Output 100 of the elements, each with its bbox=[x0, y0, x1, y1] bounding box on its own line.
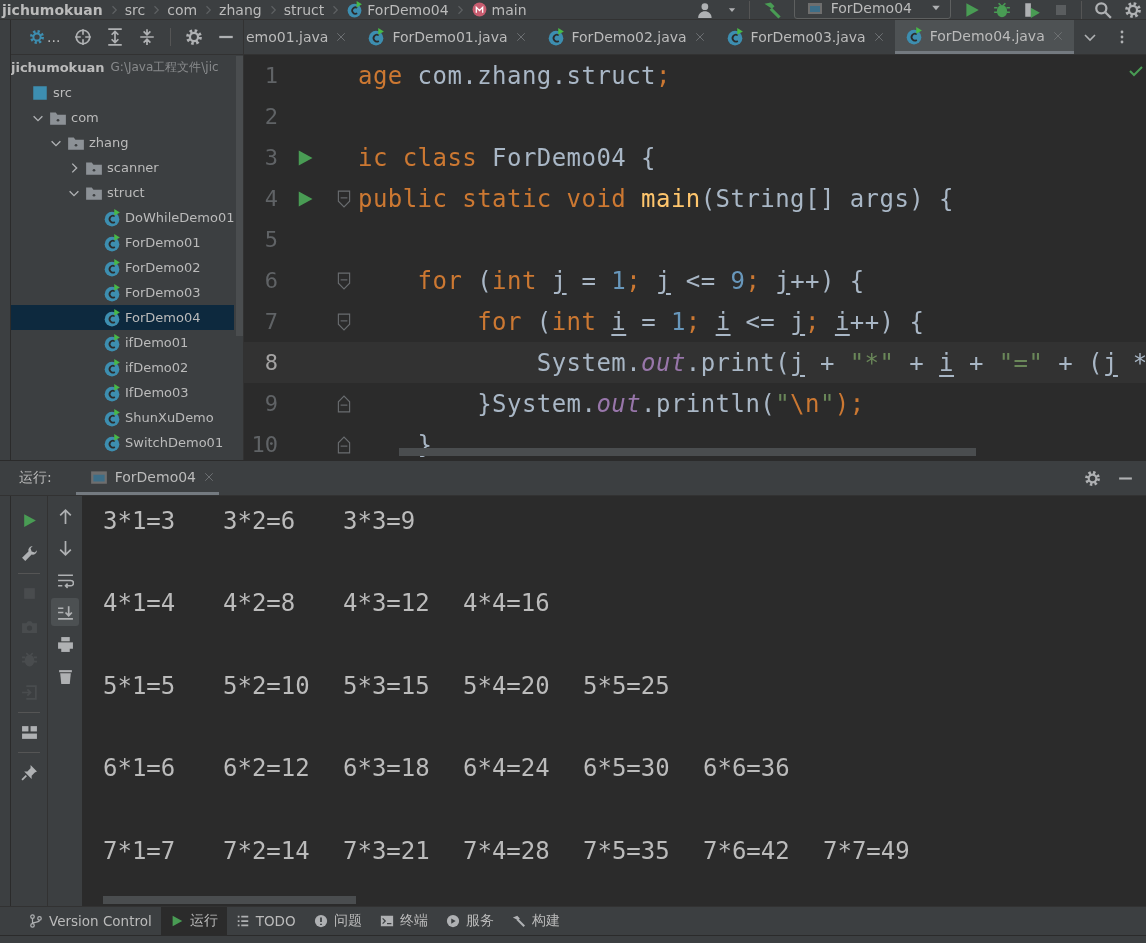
fold-marker-icon[interactable] bbox=[335, 271, 353, 290]
output-text: 7*4=28 bbox=[463, 836, 551, 865]
tree-item[interactable]: struct bbox=[11, 180, 234, 206]
output-text: 7*5=35 bbox=[583, 836, 671, 865]
scrollbar[interactable] bbox=[103, 896, 356, 905]
tree-item[interactable]: scanner bbox=[11, 155, 234, 181]
print-icon[interactable] bbox=[56, 635, 74, 653]
crosshair-icon[interactable] bbox=[74, 28, 93, 47]
trash-icon[interactable] bbox=[56, 667, 74, 685]
output-text: 4*1=4 bbox=[103, 589, 177, 618]
breadcrumb-item[interactable]: com bbox=[167, 1, 198, 18]
output-text: 7*7=49 bbox=[823, 836, 911, 865]
line-number: 4 bbox=[263, 186, 278, 212]
line-number: 6 bbox=[263, 268, 278, 294]
tool-window-tab[interactable]: 终端 bbox=[370, 907, 437, 936]
output-text: 4*3=12 bbox=[343, 589, 431, 618]
warning-icon bbox=[313, 914, 328, 929]
tool-window-tab[interactable]: 运行 bbox=[160, 907, 227, 936]
settings-icon[interactable] bbox=[185, 28, 204, 47]
class-icon bbox=[103, 383, 121, 402]
line-number: 5 bbox=[263, 227, 278, 253]
scroll-to-end-icon[interactable] bbox=[56, 603, 74, 621]
breadcrumb-item[interactable]: ForDemo04 bbox=[367, 1, 449, 18]
breadcrumb-item[interactable]: jichumokuan bbox=[2, 1, 103, 18]
output-text: 5*1=5 bbox=[103, 671, 177, 700]
output-text: 5*3=15 bbox=[343, 671, 431, 700]
toggle-button[interactable] bbox=[51, 598, 79, 627]
breadcrumb-item[interactable]: struct bbox=[283, 1, 325, 18]
expand-icon[interactable] bbox=[106, 28, 125, 47]
tool-window-tab[interactable]: 构建 bbox=[502, 907, 569, 936]
editor-tab[interactable]: ForDemo02.java bbox=[536, 20, 716, 55]
window-icon bbox=[806, 0, 823, 16]
output-text: 6*6=36 bbox=[703, 754, 791, 783]
tree-item[interactable]: ShunXuDemo bbox=[11, 405, 234, 431]
tool-window-tab[interactable]: 服务 bbox=[436, 907, 503, 936]
class-icon bbox=[103, 433, 121, 452]
output-text: 4*4=16 bbox=[463, 589, 551, 618]
class-icon bbox=[103, 408, 121, 427]
fold-marker-icon[interactable] bbox=[335, 189, 353, 208]
line-number: 10 bbox=[250, 432, 278, 458]
code-line: ic class ForDemo04 { bbox=[358, 143, 656, 172]
soft-wrap-icon[interactable] bbox=[56, 571, 74, 589]
line-number: 7 bbox=[263, 309, 278, 335]
tree-item[interactable]: src bbox=[11, 80, 234, 106]
class-icon bbox=[103, 258, 121, 277]
editor-tab[interactable]: ForDemo04.java bbox=[894, 20, 1074, 55]
output-text: 7*6=42 bbox=[703, 836, 791, 865]
tree-item[interactable]: ForDemo02 bbox=[11, 255, 234, 281]
output-text: 5*5=25 bbox=[583, 671, 671, 700]
source-folder-icon bbox=[31, 83, 49, 102]
breadcrumb-item[interactable]: main bbox=[491, 1, 527, 18]
settings-icon[interactable] bbox=[29, 29, 45, 46]
search-icon[interactable] bbox=[1094, 0, 1112, 19]
tree-item[interactable]: ForDemo01 bbox=[11, 230, 234, 256]
output-text: 6*4=24 bbox=[463, 754, 551, 783]
code-line: System.out.print(j + "*" + i + "=" + (j * bbox=[535, 348, 1146, 377]
hammer-icon bbox=[511, 914, 526, 929]
tree-item[interactable]: ForDemo03 bbox=[11, 280, 234, 306]
pin-icon[interactable] bbox=[20, 764, 38, 782]
tool-window-tab[interactable]: TODO bbox=[226, 907, 305, 936]
breadcrumb-item[interactable]: zhang bbox=[219, 1, 262, 18]
fold-marker-icon[interactable] bbox=[335, 435, 353, 454]
tool-window-tab[interactable]: 问题 bbox=[304, 907, 371, 936]
bug-icon[interactable] bbox=[993, 0, 1011, 19]
tree-item[interactable]: ForDemo04 bbox=[11, 305, 234, 331]
coverage-icon[interactable] bbox=[1023, 0, 1041, 19]
fold-marker-icon[interactable] bbox=[335, 394, 353, 413]
terminal-icon bbox=[379, 914, 394, 929]
class-icon bbox=[103, 233, 121, 252]
settings-icon[interactable] bbox=[1124, 0, 1142, 19]
tree-item[interactable]: IfDemo03 bbox=[11, 380, 234, 406]
output-text: 3*1=3 bbox=[103, 506, 177, 535]
wrench-icon[interactable] bbox=[20, 545, 38, 563]
editor-tab[interactable]: ForDemo03.java bbox=[715, 20, 895, 55]
output-text: 6*2=12 bbox=[223, 754, 311, 783]
tree-item[interactable]: com bbox=[11, 105, 234, 131]
scrollbar[interactable] bbox=[236, 56, 243, 337]
tree-item[interactable]: zhang bbox=[11, 130, 234, 156]
editor-tab[interactable]: ForDemo01.java bbox=[357, 20, 537, 55]
services-icon bbox=[445, 914, 460, 929]
collapse-icon[interactable] bbox=[138, 28, 157, 47]
tree-item[interactable]: ifDemo02 bbox=[11, 355, 234, 381]
user-icon[interactable] bbox=[696, 0, 715, 19]
run-configuration-dropdown[interactable]: ForDemo04 bbox=[793, 0, 951, 19]
breadcrumb-item[interactable]: src bbox=[124, 1, 146, 18]
tool-window-tab[interactable]: Version Control bbox=[20, 907, 161, 936]
code-line: for (int j = 1; j <= 9; j++) { bbox=[416, 266, 865, 295]
tree-item[interactable]: DoWhileDemo01 bbox=[11, 205, 234, 231]
layout-icon[interactable] bbox=[20, 724, 38, 742]
fold-marker-icon[interactable] bbox=[335, 312, 353, 331]
more-button[interactable]: ... bbox=[47, 29, 61, 46]
tree-item[interactable]: jichumokuan G:\Java工程文件\jic bbox=[11, 55, 234, 81]
tree-item[interactable]: ifDemo01 bbox=[11, 330, 234, 356]
tree-item[interactable]: SwitchDemo01 bbox=[11, 430, 234, 456]
editor-tab[interactable]: emo01.java bbox=[244, 20, 358, 55]
settings-icon[interactable] bbox=[1084, 469, 1101, 487]
panel-title: 运行: bbox=[19, 469, 52, 488]
run-icon[interactable] bbox=[963, 0, 981, 19]
class-icon bbox=[103, 283, 121, 302]
code-line: age com.zhang.struct; bbox=[358, 61, 671, 90]
